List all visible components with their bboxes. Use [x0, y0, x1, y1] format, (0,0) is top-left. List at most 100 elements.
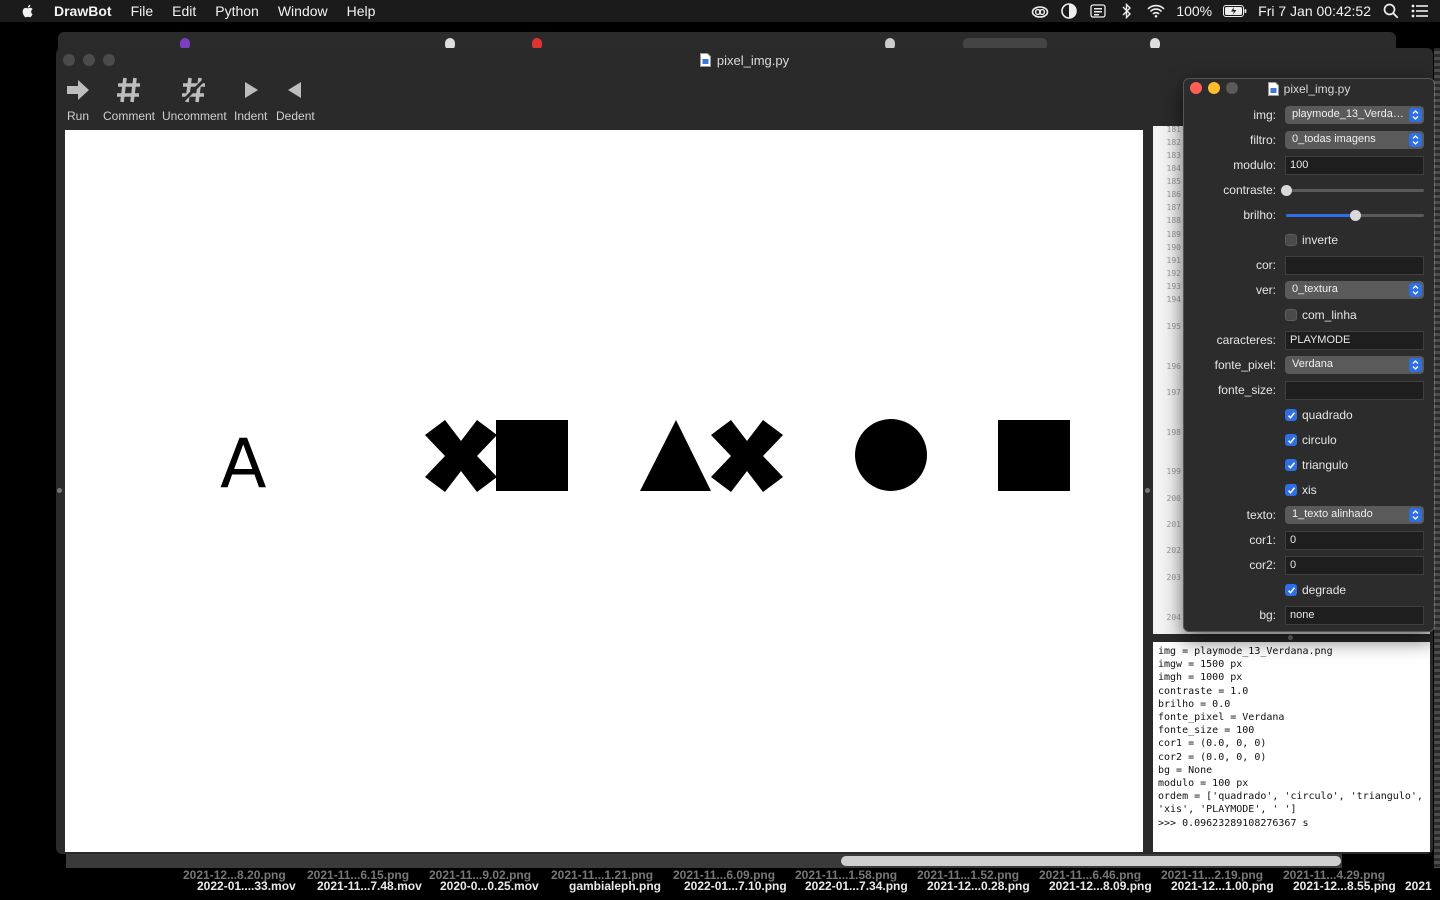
contraste-slider[interactable] [1281, 185, 1424, 196]
contraste-label: contraste: [1223, 183, 1276, 197]
fonte-pixel-select[interactable]: Verdana [1285, 356, 1424, 374]
battery-icon[interactable] [1223, 2, 1247, 20]
line-number: 194 [1166, 295, 1181, 304]
desktop-file[interactable]: 2022-01...7.34.png [805, 879, 908, 893]
fonte-size-label: fonte_size: [1217, 383, 1276, 397]
cor-label: cor: [1255, 258, 1276, 272]
degrade-checkbox[interactable] [1285, 584, 1297, 596]
circulo-shape [855, 419, 927, 491]
cor1-label: cor1: [1249, 533, 1276, 547]
panel-close-button[interactable] [1190, 82, 1202, 94]
quadrado-label: quadrado [1302, 408, 1353, 422]
menu-file[interactable]: File [131, 0, 154, 22]
night-shift-icon[interactable] [1060, 2, 1078, 20]
slider-knob[interactable] [1350, 210, 1361, 221]
fonte-size-input[interactable] [1285, 381, 1424, 400]
menu-edit[interactable]: Edit [172, 0, 196, 22]
fonte-size-row: fonte_size: [1184, 381, 1434, 401]
img-select[interactable]: playmode_13_Verdan... [1285, 106, 1424, 124]
circulo-checkbox[interactable] [1285, 434, 1297, 446]
filtro-value: 0_todas imagens [1292, 133, 1376, 145]
line-number: 185 [1166, 177, 1181, 186]
canvas-shapes [425, 419, 1070, 492]
variables-panel-titlebar[interactable]: pixel_img.py [1184, 79, 1434, 98]
desktop-file[interactable]: 2020-0...0.25.mov [440, 879, 539, 893]
img-value: playmode_13_Verdan... [1292, 108, 1409, 120]
indent-button[interactable]: Indent [234, 76, 267, 123]
panel-minimize-button[interactable] [1208, 82, 1220, 94]
uncomment-button[interactable]: Uncomment [162, 76, 227, 123]
desktop-file[interactable]: 2021-12...8.09.png [1049, 879, 1152, 893]
xis-checkbox[interactable] [1285, 484, 1297, 496]
desktop-file[interactable]: 2021 [1405, 879, 1432, 893]
inverte-checkbox[interactable] [1285, 234, 1297, 246]
run-button[interactable]: Run [64, 76, 92, 123]
zoom-button[interactable] [103, 54, 115, 66]
comment-button[interactable]: Comment [103, 76, 155, 123]
caracteres-input[interactable]: PLAYMODE [1285, 331, 1424, 350]
panel-zoom-button[interactable] [1226, 82, 1238, 94]
xis-row: xis [1184, 481, 1434, 501]
texto-label: texto: [1246, 508, 1276, 522]
img-label: img: [1253, 108, 1276, 122]
com-linha-row: com_linha [1184, 306, 1434, 326]
desktop-file[interactable]: 2021-12...1.00.png [1171, 879, 1274, 893]
triangulo-row: triangulo [1184, 456, 1434, 476]
desktop-file[interactable]: 2022-01....33.mov [197, 879, 296, 893]
slider-knob[interactable] [1281, 185, 1292, 196]
triangulo-checkbox[interactable] [1285, 459, 1297, 471]
degrade-row: degrade [1184, 581, 1434, 601]
close-button[interactable] [63, 54, 75, 66]
ver-select[interactable]: 0_textura [1285, 281, 1424, 299]
keyboard-input-icon[interactable] [1089, 2, 1107, 20]
line-number: 187 [1166, 203, 1181, 212]
splitter-handle[interactable] [1288, 635, 1293, 640]
quadrado-checkbox[interactable] [1285, 409, 1297, 421]
spotlight-search-icon[interactable] [1382, 2, 1400, 20]
output-console[interactable]: img = playmode_13_Verdana.png imgw = 150… [1153, 642, 1430, 852]
desktop-file[interactable]: 2021-12...0.28.png [927, 879, 1030, 893]
apple-icon[interactable] [20, 3, 36, 19]
bluetooth-icon[interactable] [1118, 2, 1136, 20]
wifi-icon[interactable] [1147, 2, 1165, 20]
desktop-file[interactable]: 2021-12...8.55.png [1293, 879, 1396, 893]
fonte-pixel-label: fonte_pixel: [1214, 358, 1276, 372]
scrollbar-thumb[interactable] [841, 856, 1341, 866]
inverte-row: inverte [1184, 231, 1434, 251]
drawing-canvas[interactable]: A [65, 130, 1143, 852]
horizontal-scrollbar[interactable] [66, 854, 1342, 868]
cor1-input[interactable]: 0 [1285, 531, 1424, 550]
desktop-file[interactable]: 2021-11...7.48.mov [317, 879, 422, 893]
bg-input[interactable]: none [1285, 606, 1424, 625]
cor2-input[interactable]: 0 [1285, 556, 1424, 575]
indent-arrow-icon [244, 82, 258, 98]
texto-select[interactable]: 1_texto alinhado [1285, 506, 1424, 524]
notification-center-icon[interactable] [1411, 2, 1429, 20]
creative-cloud-icon[interactable] [1031, 2, 1049, 20]
desktop-file[interactable]: gambialeph.png [569, 879, 661, 893]
brilho-slider[interactable] [1286, 210, 1424, 221]
python-file-icon [699, 53, 711, 67]
filtro-label: filtro: [1249, 133, 1276, 147]
window-titlebar[interactable]: pixel_img.py [56, 48, 1433, 72]
line-number: 196 [1166, 362, 1181, 371]
img-row: img: playmode_13_Verdan... [1184, 106, 1434, 126]
menu-window[interactable]: Window [278, 0, 328, 22]
cor-input[interactable] [1285, 256, 1424, 275]
splitter-handle[interactable] [1145, 488, 1150, 493]
filtro-select[interactable]: 0_todas imagens [1285, 131, 1424, 149]
menu-help[interactable]: Help [347, 0, 376, 22]
line-number: 183 [1166, 151, 1181, 160]
splitter-handle[interactable] [57, 488, 62, 493]
menu-clock[interactable]: Fri 7 Jan 00:42:52 [1258, 3, 1371, 19]
dedent-button[interactable]: Dedent [276, 76, 315, 123]
status-area: 100% Fri 7 Jan 00:42:52 [1031, 0, 1440, 22]
modulo-input[interactable]: 100 [1285, 156, 1424, 175]
line-number: 197 [1166, 388, 1181, 397]
chevron-updown-icon [1409, 133, 1422, 147]
menu-python[interactable]: Python [215, 0, 259, 22]
minimize-button[interactable] [83, 54, 95, 66]
com-linha-checkbox[interactable] [1285, 309, 1297, 321]
desktop-file[interactable]: 2022-01...7.10.png [684, 879, 787, 893]
menu-app-drawbot[interactable]: DrawBot [54, 0, 112, 22]
